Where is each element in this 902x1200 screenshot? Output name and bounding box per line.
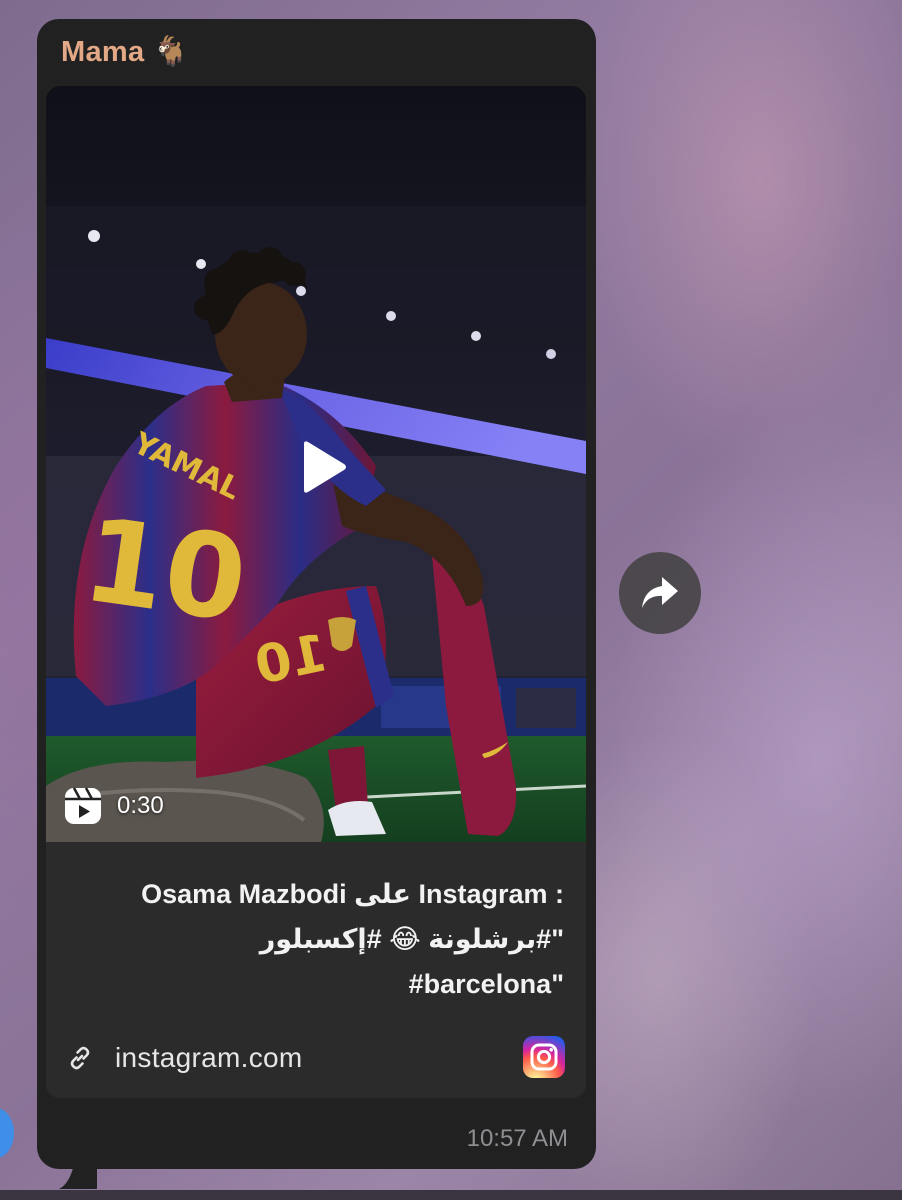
link-preview-card[interactable]: 10 YAMAL 10 0:30 Osama Mazbodi على Insta… bbox=[46, 86, 586, 1098]
sender-name[interactable]: Mama 🐐 bbox=[61, 35, 189, 69]
play-button[interactable] bbox=[292, 438, 350, 496]
avatar[interactable] bbox=[0, 1108, 14, 1158]
reels-icon bbox=[65, 787, 101, 824]
bottom-edge bbox=[0, 1190, 902, 1200]
share-forward-icon bbox=[642, 577, 678, 608]
caption-line: "#برشلونة 😂 #إكسبلور bbox=[259, 924, 564, 954]
jersey-number: 10 bbox=[76, 493, 255, 649]
play-icon bbox=[304, 441, 346, 493]
caption-line: Osama Mazbodi على Instagram : bbox=[141, 879, 564, 909]
preview-link[interactable]: instagram.com bbox=[67, 1036, 567, 1080]
video-thumbnail[interactable]: 10 YAMAL 10 0:30 bbox=[46, 86, 586, 842]
link-icon bbox=[70, 1046, 90, 1070]
message-bubble[interactable]: Mama 🐐 10 YAMAL 10 0:30 Osama Mazbodi عل… bbox=[37, 19, 596, 1189]
caption-line: #barcelona" bbox=[408, 969, 564, 999]
duration-text: 0:30 bbox=[117, 792, 164, 819]
video-duration-badge: 0:30 bbox=[64, 786, 164, 826]
message-timestamp: 10:57 AM bbox=[466, 1125, 568, 1152]
preview-caption: Osama Mazbodi على Instagram : "#برشلونة … bbox=[46, 872, 564, 1007]
bubble-tail bbox=[59, 1159, 97, 1189]
forward-button[interactable] bbox=[619, 552, 701, 634]
instagram-logo-icon bbox=[523, 1036, 565, 1078]
preview-domain[interactable]: instagram.com bbox=[115, 1042, 303, 1074]
